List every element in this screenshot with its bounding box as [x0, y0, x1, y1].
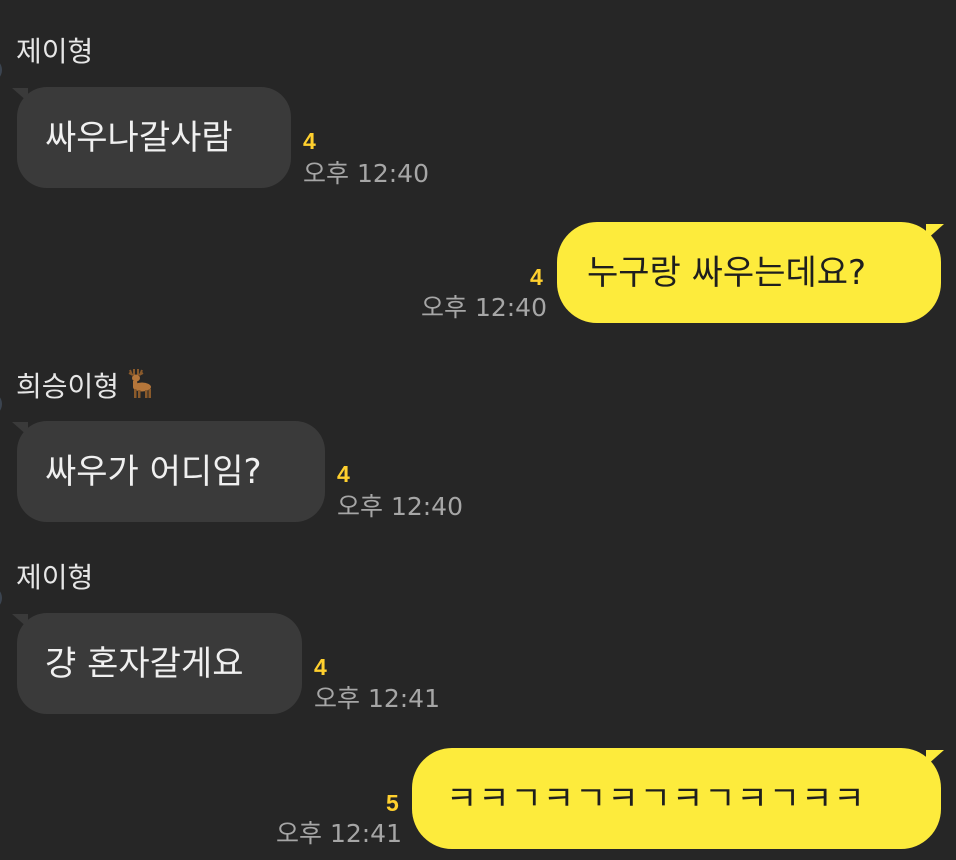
unread-count: 4 — [530, 264, 543, 290]
avatar[interactable] — [0, 586, 2, 610]
message-text: 누구랑 싸우는데요? — [587, 252, 867, 293]
unread-count: 5 — [386, 790, 399, 816]
avatar[interactable] — [0, 58, 2, 82]
message-text: 싸우나갈사람 — [45, 117, 233, 158]
message-bubble-incoming[interactable]: 싸우나갈사람 — [17, 87, 291, 188]
message-text: 싸우가 어디임? — [45, 451, 262, 492]
sender-name-text: 희승이형 — [16, 370, 120, 403]
unread-count: 4 — [303, 128, 316, 154]
unread-count: 4 — [337, 461, 350, 487]
message-timestamp: 오후 12:41 — [314, 684, 440, 713]
message-timestamp: 오후 12:40 — [421, 293, 547, 322]
message-timestamp: 오후 12:40 — [337, 492, 463, 521]
message-text: 걍 혼자갈게요 — [45, 643, 244, 684]
chat-thread[interactable]: 제이형 싸우나갈사람 4 오후 12:40 누구랑 싸우는데요? 4 오후 12… — [0, 0, 956, 860]
message-text: ㅋㅋㄱㅋㄱㅋㄱㅋㄱㅋㄱㅋㅋ — [446, 778, 866, 819]
message-bubble-outgoing[interactable]: ㅋㅋㄱㅋㄱㅋㄱㅋㄱㅋㄱㅋㅋ — [412, 748, 941, 849]
sender-name: 제이형 — [16, 561, 94, 594]
message-timestamp: 오후 12:41 — [276, 819, 402, 848]
sender-name: 제이형 — [16, 35, 94, 68]
sender-name: 희승이형 — [16, 368, 155, 407]
unread-count: 4 — [314, 654, 327, 680]
avatar[interactable] — [0, 392, 2, 416]
message-bubble-outgoing[interactable]: 누구랑 싸우는데요? — [557, 222, 941, 323]
message-timestamp: 오후 12:40 — [303, 159, 429, 188]
message-bubble-incoming[interactable]: 싸우가 어디임? — [17, 421, 325, 522]
deer-icon — [121, 368, 155, 407]
message-bubble-incoming[interactable]: 걍 혼자갈게요 — [17, 613, 302, 714]
